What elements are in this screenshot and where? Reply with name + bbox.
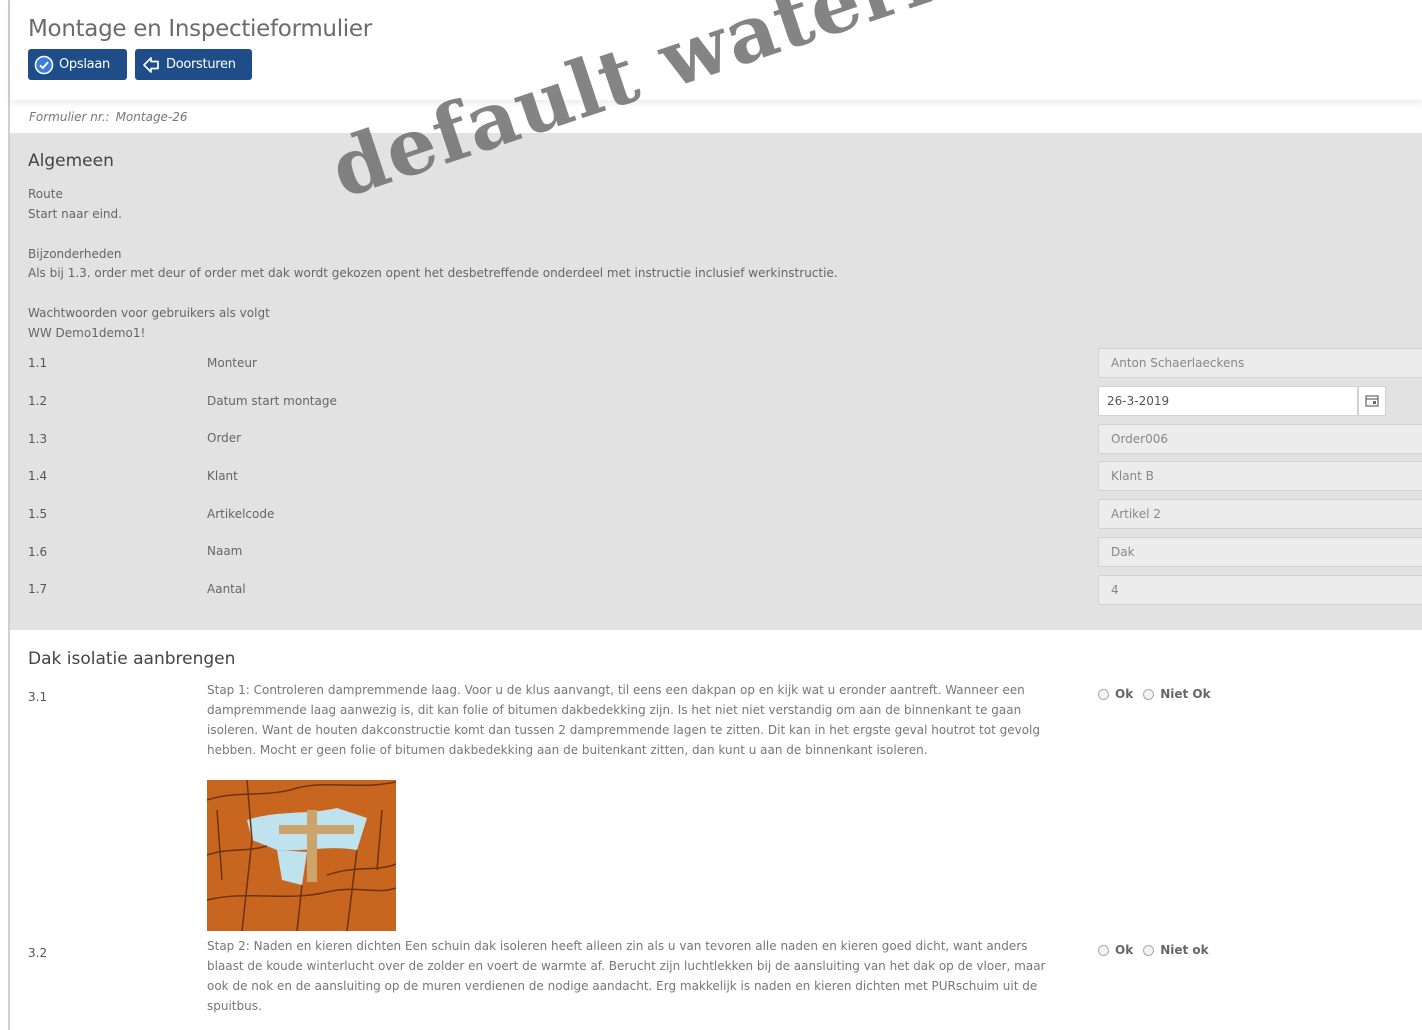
route-text: Start naar eind.: [28, 207, 122, 221]
form-number: Formulier nr.: Montage-26: [29, 110, 188, 124]
forward-arrow-icon: [141, 55, 161, 75]
page-title: Montage en Inspectieformulier: [28, 16, 372, 42]
form-number-label: Formulier nr.:: [29, 110, 110, 124]
step-1-radio-group: Ok Niet Ok: [1098, 687, 1221, 701]
naam-field[interactable]: Dak: [1098, 537, 1422, 567]
roof-tiles-illustration: [206, 779, 397, 932]
start-date-label: Datum start montage: [207, 394, 337, 408]
form-header: Montage en Inspectieformulier Opslaan Do…: [10, 0, 1422, 100]
step-number: 3.1: [28, 690, 48, 704]
passwords-label: Wachtwoorden voor gebruikers als volgt: [28, 306, 270, 320]
article-code-field[interactable]: Artikel 2: [1098, 499, 1422, 529]
ok-radio[interactable]: [1098, 944, 1109, 956]
ok-radio-label: Ok: [1115, 943, 1134, 957]
naam-label: Naam: [207, 544, 243, 558]
not-ok-radio-label: Niet Ok: [1160, 687, 1211, 701]
article-code-label: Artikelcode: [207, 507, 275, 521]
not-ok-radio[interactable]: [1143, 944, 1155, 956]
roof-section-title: Dak isolatie aanbrengen: [28, 649, 236, 669]
start-date-field[interactable]: 26-3-2019: [1098, 386, 1358, 416]
save-button-label: Opslaan: [59, 57, 110, 72]
row-number: 1.6: [28, 545, 48, 559]
calendar-button[interactable]: [1358, 386, 1386, 416]
details-label: Bijzonderheden: [28, 247, 122, 261]
aantal-label: Aantal: [207, 582, 246, 596]
row-number: 1.4: [28, 469, 48, 483]
general-section-title: Algemeen: [28, 151, 114, 171]
calendar-icon: [1365, 392, 1379, 411]
row-number: 1.2: [28, 394, 48, 408]
row-number: 1.5: [28, 507, 48, 521]
monteur-field[interactable]: Anton Schaerlaeckens: [1098, 348, 1422, 378]
step-2-text: Stap 2: Naden en kieren dichten Een schu…: [207, 939, 1046, 1013]
order-label: Order: [207, 431, 242, 445]
klant-field[interactable]: Klant B: [1098, 461, 1422, 491]
step-2-radio-group: Ok Niet ok: [1098, 943, 1219, 957]
check-circle-icon: [34, 55, 54, 75]
send-button-label: Doorsturen: [166, 57, 236, 72]
klant-label: Klant: [207, 469, 238, 483]
monteur-label: Monteur: [207, 356, 257, 370]
passwords-text: WW Demo1demo1!: [28, 326, 146, 340]
aantal-field[interactable]: 4: [1098, 575, 1422, 605]
step-number: 3.2: [28, 946, 48, 960]
not-ok-radio[interactable]: [1143, 688, 1155, 700]
ok-radio-label: Ok: [1115, 687, 1134, 701]
details-text: Als bij 1.3. order met deur of order met…: [28, 266, 838, 280]
save-button[interactable]: Opslaan: [28, 49, 127, 80]
form-number-value: Montage-26: [115, 110, 188, 124]
row-number: 1.1: [28, 356, 48, 370]
row-number: 1.3: [28, 432, 48, 446]
not-ok-radio-label: Niet ok: [1160, 943, 1209, 957]
step-1-text: Stap 1: Controleren dampremmende laag. V…: [207, 683, 1040, 757]
ok-radio[interactable]: [1098, 688, 1109, 700]
row-number: 1.7: [28, 582, 48, 596]
route-label: Route: [28, 187, 63, 201]
send-button[interactable]: Doorsturen: [135, 49, 252, 80]
order-field[interactable]: Order006: [1098, 424, 1422, 454]
